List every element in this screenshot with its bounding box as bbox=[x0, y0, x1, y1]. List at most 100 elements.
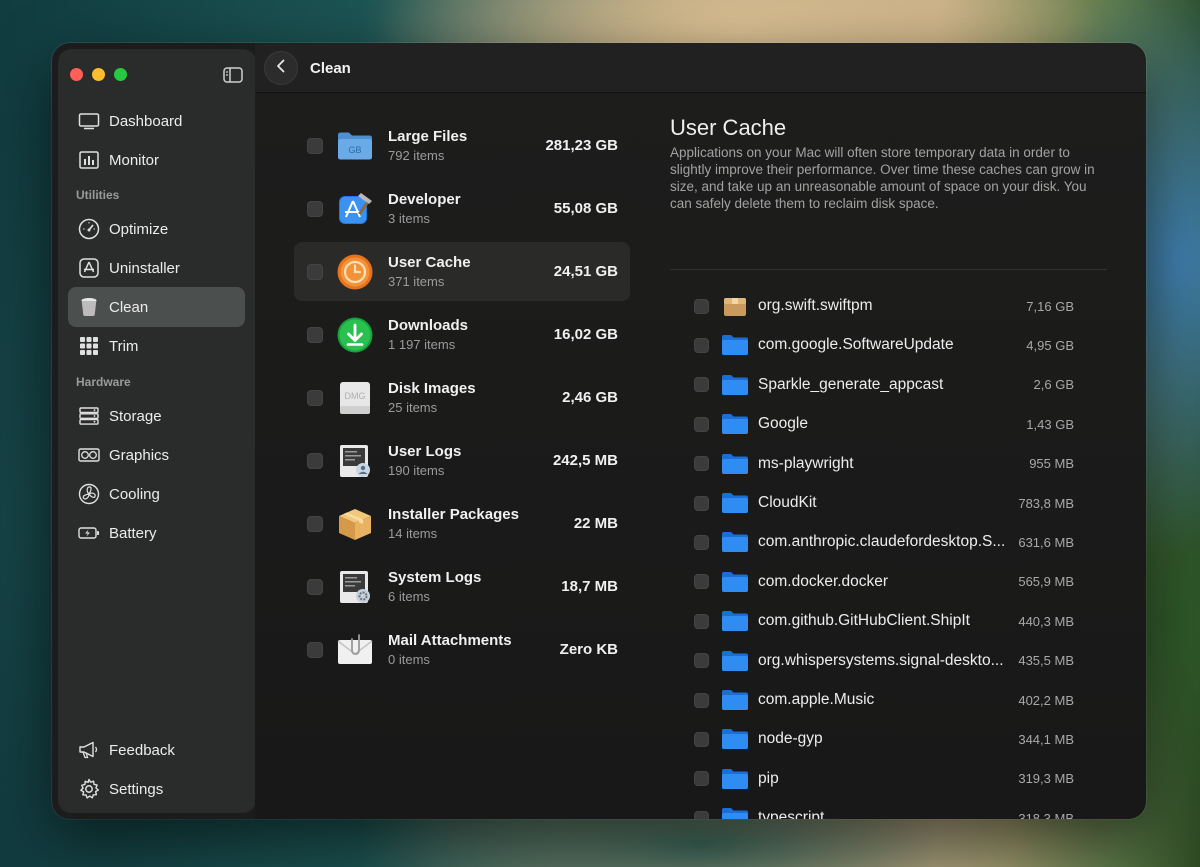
grid-icon bbox=[78, 335, 100, 357]
category-checkbox[interactable] bbox=[307, 515, 323, 532]
category-size: 55,08 GB bbox=[553, 200, 618, 217]
file-checkbox[interactable] bbox=[694, 653, 709, 669]
category-name: Developer bbox=[388, 191, 461, 208]
file-checkbox[interactable] bbox=[694, 810, 709, 819]
sidebar-section-utilities: Utilities bbox=[76, 188, 120, 202]
sidebar-toggle-icon[interactable] bbox=[223, 67, 243, 83]
category-name: Large Files bbox=[388, 128, 468, 145]
category-size: 18,7 MB bbox=[561, 578, 618, 595]
file-row[interactable]: Sparkle_generate_appcast 2,6 GB bbox=[694, 366, 1074, 404]
file-size: 402,2 MB bbox=[1018, 692, 1074, 708]
app-window: Dashboard Monitor Utilities Optimize Uni… bbox=[52, 43, 1146, 819]
category-row[interactable]: Installer Packages 14 items 22 MB bbox=[294, 494, 630, 553]
category-row[interactable]: GB Large Files 792 items 281,23 GB bbox=[294, 116, 630, 175]
file-name: com.anthropic.claudefordesktop.S... bbox=[758, 533, 1006, 551]
category-row[interactable]: User Logs 190 items 242,5 MB bbox=[294, 431, 630, 490]
sidebar-item-cooling[interactable]: Cooling bbox=[68, 474, 245, 514]
minimize-window-button[interactable] bbox=[92, 68, 105, 81]
folder-icon bbox=[721, 334, 749, 356]
category-row[interactable]: System Logs 6 items 18,7 MB bbox=[294, 557, 630, 616]
category-row[interactable]: Downloads 1 197 items 16,02 GB bbox=[294, 305, 630, 364]
category-name: Downloads bbox=[388, 317, 469, 334]
folder-icon bbox=[721, 492, 749, 514]
sidebar-item-label: Monitor bbox=[109, 151, 160, 169]
folder-icon bbox=[721, 728, 749, 750]
sidebar-item-settings[interactable]: Settings bbox=[68, 769, 245, 809]
sidebar-item-storage[interactable]: Storage bbox=[68, 396, 245, 436]
file-row[interactable]: org.swift.swiftpm 7,16 GB bbox=[694, 287, 1074, 325]
folder-icon bbox=[721, 413, 749, 435]
sidebar-item-optimize[interactable]: Optimize bbox=[68, 209, 245, 249]
file-size: 435,5 MB bbox=[1018, 653, 1074, 669]
file-row[interactable]: typescript 318,3 MB bbox=[694, 799, 1074, 819]
sidebar-item-label: Dashboard bbox=[109, 112, 183, 130]
sidebar-item-label: Clean bbox=[109, 298, 149, 316]
file-row[interactable]: CloudKit 783,8 MB bbox=[694, 484, 1074, 522]
file-checkbox[interactable] bbox=[694, 731, 709, 747]
file-name: com.docker.docker bbox=[758, 572, 889, 590]
cache-clock-icon bbox=[335, 252, 375, 292]
file-checkbox[interactable] bbox=[694, 534, 709, 550]
file-checkbox[interactable] bbox=[694, 613, 709, 629]
fan-icon bbox=[78, 483, 100, 505]
file-size: 955 MB bbox=[1029, 456, 1074, 472]
zoom-window-button[interactable] bbox=[114, 68, 127, 81]
category-checkbox[interactable] bbox=[307, 452, 323, 469]
category-checkbox[interactable] bbox=[307, 389, 323, 406]
file-checkbox[interactable] bbox=[694, 337, 709, 353]
category-row[interactable]: DMG Disk Images 25 items 2,46 GB bbox=[294, 368, 630, 427]
file-row[interactable]: com.docker.docker 565,9 MB bbox=[694, 563, 1074, 601]
file-name: CloudKit bbox=[758, 494, 817, 511]
file-size: 1,43 GB bbox=[1026, 416, 1074, 432]
sidebar-section-hardware: Hardware bbox=[76, 375, 131, 389]
sidebar-item-feedback[interactable]: Feedback bbox=[68, 730, 245, 770]
category-row[interactable]: Developer 3 items 55,08 GB bbox=[294, 179, 630, 238]
category-checkbox[interactable] bbox=[307, 200, 323, 217]
detail-description: Applications on your Mac will often stor… bbox=[670, 145, 1095, 211]
back-button[interactable] bbox=[264, 51, 298, 85]
sidebar-item-monitor[interactable]: Monitor bbox=[68, 140, 245, 180]
category-count: 6 items bbox=[388, 589, 430, 604]
file-row[interactable]: com.github.GitHubClient.ShipIt 440,3 MB bbox=[694, 602, 1074, 640]
sidebar-item-label: Graphics bbox=[109, 446, 170, 464]
file-checkbox[interactable] bbox=[694, 456, 709, 472]
file-row[interactable]: com.apple.Music 402,2 MB bbox=[694, 681, 1074, 719]
category-checkbox[interactable] bbox=[307, 263, 323, 280]
category-checkbox[interactable] bbox=[307, 137, 323, 154]
file-row[interactable]: com.google.SoftwareUpdate 4,95 GB bbox=[694, 326, 1074, 364]
file-checkbox[interactable] bbox=[694, 298, 709, 314]
file-checkbox[interactable] bbox=[694, 416, 709, 432]
file-row[interactable]: com.anthropic.claudefordesktop.S... 631,6… bbox=[694, 523, 1074, 561]
file-row[interactable]: node-gyp 344,1 MB bbox=[694, 720, 1074, 758]
category-count: 371 items bbox=[388, 274, 445, 289]
file-row[interactable]: Google 1,43 GB bbox=[694, 405, 1074, 443]
sidebar-item-graphics[interactable]: Graphics bbox=[68, 435, 245, 475]
file-size: 318,3 MB bbox=[1018, 810, 1074, 819]
file-row[interactable]: pip 319,3 MB bbox=[694, 760, 1074, 798]
sidebar-item-dashboard[interactable]: Dashboard bbox=[68, 101, 245, 141]
file-name: node-gyp bbox=[758, 730, 823, 748]
detail-title: User Cache bbox=[670, 115, 787, 140]
file-row[interactable]: ms-playwright 955 MB bbox=[694, 445, 1074, 483]
category-checkbox[interactable] bbox=[307, 326, 323, 343]
category-row[interactable]: User Cache 371 items 24,51 GB bbox=[294, 242, 630, 301]
category-checkbox[interactable] bbox=[307, 578, 323, 595]
category-size: 16,02 GB bbox=[553, 326, 618, 343]
megaphone-icon bbox=[78, 739, 100, 761]
file-row[interactable]: org.whispersystems.signal-deskto... 435,5… bbox=[694, 642, 1074, 680]
category-row[interactable]: Mail Attachments 0 items Zero KB bbox=[294, 620, 630, 679]
file-checkbox[interactable] bbox=[694, 377, 709, 393]
category-checkbox[interactable] bbox=[307, 641, 323, 658]
sidebar-item-battery[interactable]: Battery bbox=[68, 513, 245, 553]
close-window-button[interactable] bbox=[70, 68, 83, 81]
file-checkbox[interactable] bbox=[694, 771, 709, 787]
sidebar-item-trim[interactable]: Trim bbox=[68, 326, 245, 366]
sidebar-item-clean[interactable]: Clean bbox=[68, 287, 245, 327]
file-checkbox[interactable] bbox=[694, 692, 709, 708]
file-checkbox[interactable] bbox=[694, 574, 709, 590]
file-checkbox[interactable] bbox=[694, 495, 709, 511]
sidebar-item-uninstaller[interactable]: Uninstaller bbox=[68, 248, 245, 288]
gpu-icon bbox=[78, 444, 100, 466]
file-name: org.whispersystems.signal-deskto... bbox=[758, 651, 1004, 669]
xcode-developer-icon bbox=[335, 189, 375, 229]
